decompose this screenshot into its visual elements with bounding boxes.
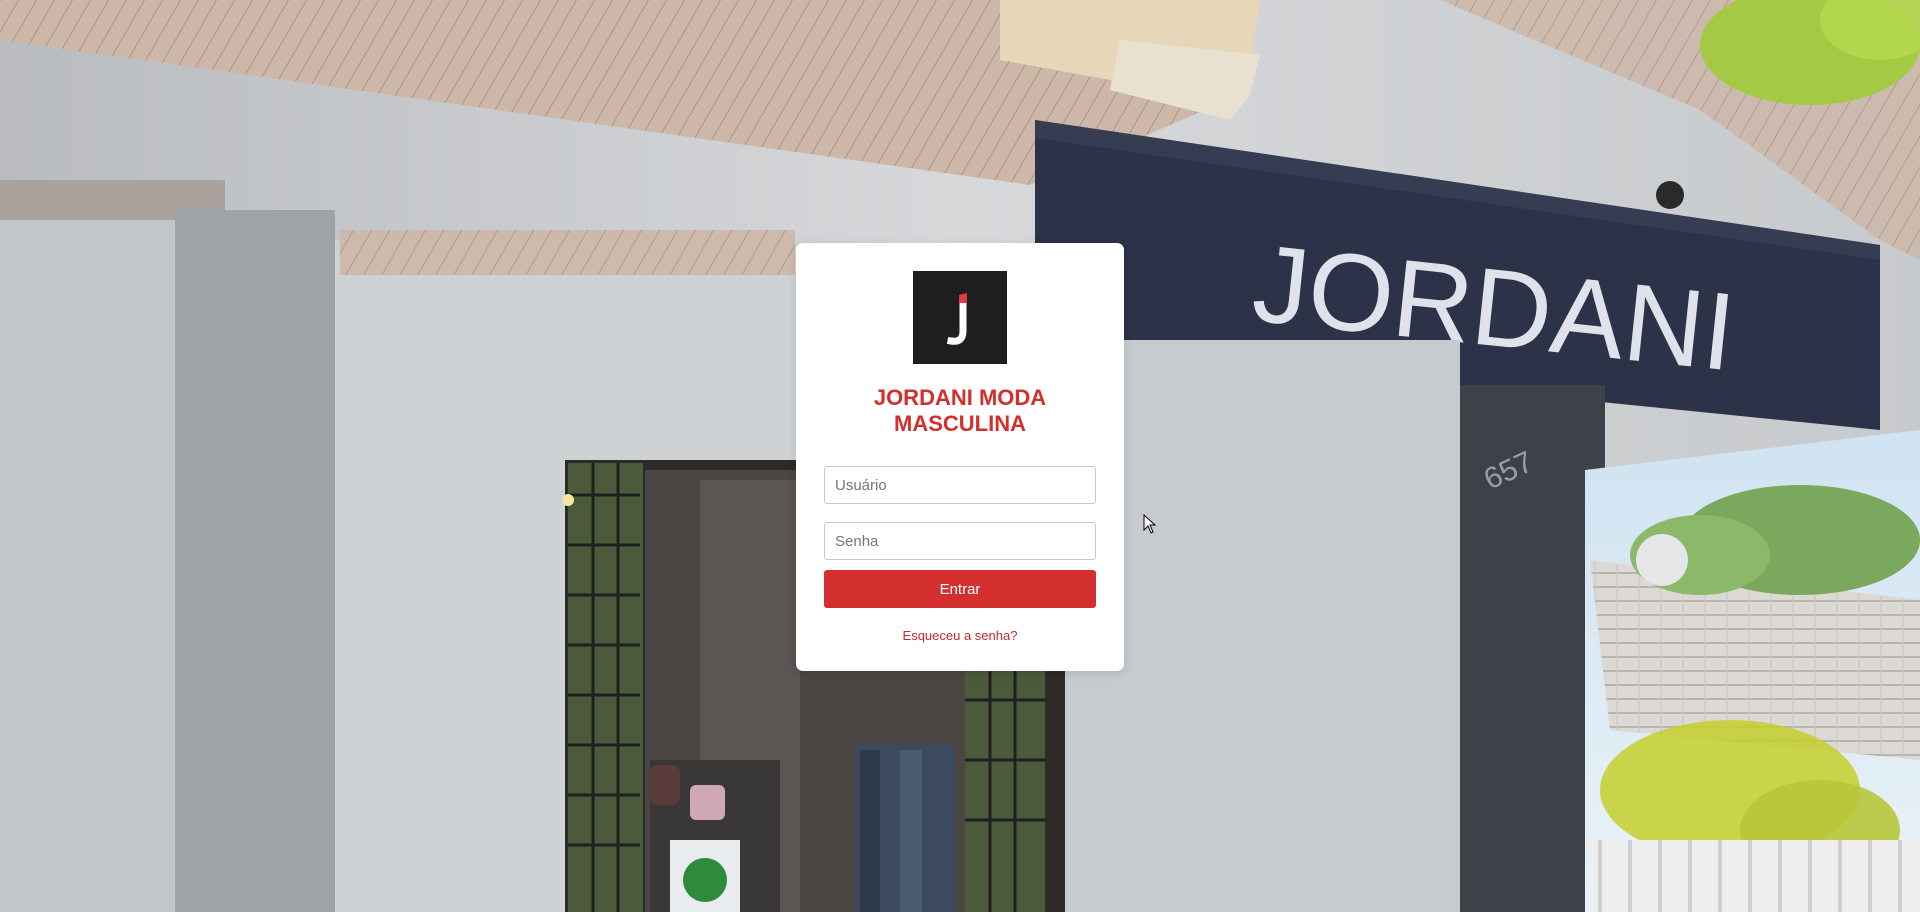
password-input[interactable]	[824, 522, 1096, 560]
mouse-cursor-icon	[1143, 514, 1157, 534]
login-page: JORDANI 657 JORDANI MODA MASCULINA Usuár…	[0, 0, 1920, 912]
login-card: JORDANI MODA MASCULINA Entrar Esqueceu a…	[796, 243, 1124, 671]
brand-title: JORDANI MODA MASCULINA	[873, 385, 1047, 436]
login-button[interactable]: Entrar	[824, 570, 1096, 608]
forgot-password-link[interactable]: Esqueceu a senha?	[796, 628, 1124, 643]
username-input[interactable]	[824, 466, 1096, 504]
brand-logo	[913, 271, 1007, 364]
logo-j-icon	[913, 271, 1007, 364]
